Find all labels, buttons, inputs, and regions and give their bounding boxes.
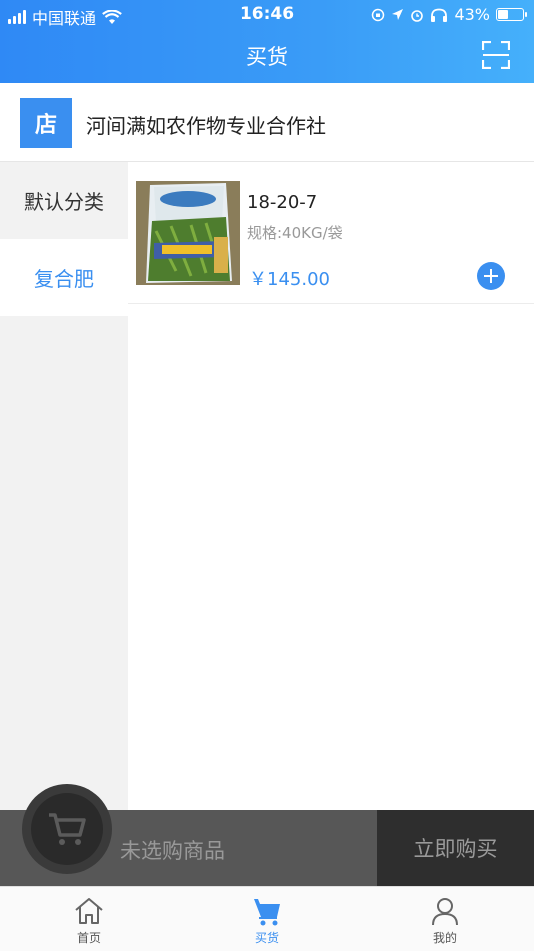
add-to-cart-button[interactable]	[477, 262, 505, 290]
user-icon	[432, 898, 458, 926]
tab-buy[interactable]: 买货	[178, 887, 356, 951]
shopping-cart-icon	[254, 899, 280, 926]
product-price: ￥145.00	[249, 269, 330, 290]
product-item[interactable]: 18-20-7 规格:40KG/袋 ￥145.00	[128, 162, 534, 304]
tab-mine[interactable]: 我的	[356, 887, 534, 951]
battery-percent: 43%	[454, 5, 490, 24]
battery-icon	[496, 8, 527, 21]
tab-home-label: 首页	[76, 931, 101, 945]
headphones-icon	[431, 8, 448, 22]
status-bar: 中国联通 16:46 43%	[0, 0, 534, 28]
tab-buy-label: 买货	[254, 931, 279, 945]
cart-button[interactable]	[22, 784, 112, 874]
scan-icon[interactable]	[482, 41, 510, 69]
page-title: 买货	[246, 45, 288, 69]
tab-bar: 首页 买货 我的	[0, 886, 534, 951]
product-spec: 规格:40KG/袋	[247, 224, 343, 242]
app-header: 中国联通 16:46 43% 买货	[0, 0, 534, 83]
category-item-compound-fertilizer[interactable]: 复合肥	[0, 239, 128, 316]
home-icon	[75, 898, 103, 924]
lock-rotation-icon	[372, 8, 385, 21]
tab-mine-label: 我的	[432, 931, 457, 945]
tab-home[interactable]: 首页	[0, 887, 178, 951]
shop-header[interactable]: 店 河间满如农作物专业合作社	[0, 83, 534, 162]
product-name: 18-20-7	[247, 192, 318, 213]
alarm-icon	[411, 9, 424, 22]
shop-badge: 店	[20, 98, 72, 148]
product-list: 18-20-7 规格:40KG/袋 ￥145.00	[128, 162, 534, 810]
buy-now-button[interactable]: 立即购买	[377, 810, 534, 886]
product-image	[136, 181, 240, 285]
category-item-default[interactable]: 默认分类	[0, 162, 128, 239]
shop-name: 河间满如农作物专业合作社	[86, 114, 326, 138]
cart-empty-text: 未选购商品	[120, 839, 225, 863]
category-sidebar: 默认分类 复合肥	[0, 162, 128, 810]
cart-icon	[49, 813, 86, 845]
location-icon	[392, 9, 404, 20]
